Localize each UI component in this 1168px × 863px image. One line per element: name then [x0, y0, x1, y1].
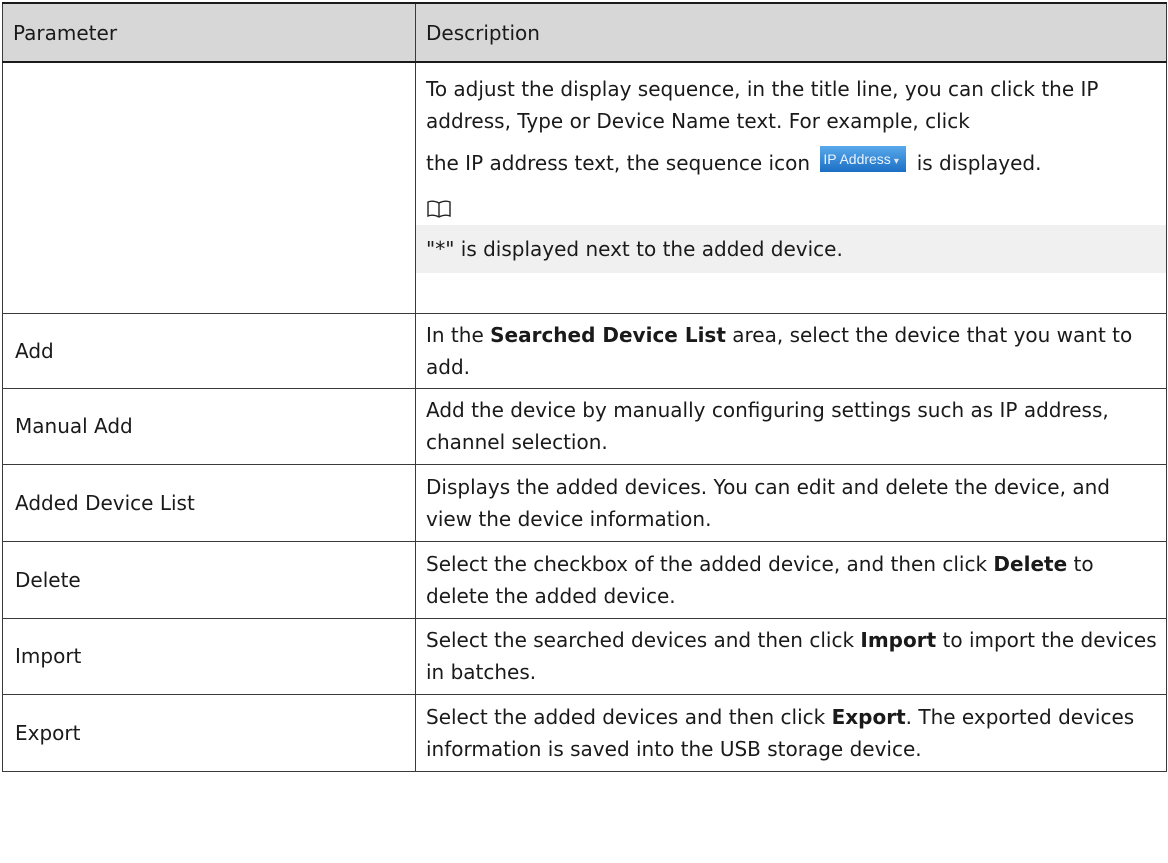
header-parameter: Parameter — [2, 2, 416, 63]
table-row: Added Device List Displays the added dev… — [2, 463, 1167, 542]
parameter-cell: Delete — [2, 540, 416, 619]
bold-term: Searched Device List — [490, 322, 726, 347]
table-row: Delete Select the checkbox of the added … — [2, 540, 1167, 619]
parameter-cell: Export — [2, 693, 416, 772]
parameter-cell: Manual Add — [2, 387, 416, 465]
description-cell: In the Searched Device List area, select… — [415, 312, 1167, 389]
table-header-row: Parameter Description — [2, 2, 1167, 63]
parameter-cell: Added Device List — [2, 463, 416, 542]
bold-term: Import — [860, 628, 937, 652]
parameter-table: Parameter Description To adjust the disp… — [2, 2, 1167, 772]
bold-term: Export — [831, 704, 906, 729]
table-row: Add In the Searched Device List area, se… — [2, 312, 1167, 389]
table-row: Import Select the searched devices and t… — [2, 617, 1167, 695]
header-description: Description — [415, 2, 1167, 63]
parameter-cell — [2, 61, 416, 314]
table-row: Manual Add Add the device by manually co… — [2, 387, 1167, 465]
sequence-icon: IP Address ▾ — [820, 146, 907, 172]
description-cell: To adjust the display sequence, in the t… — [415, 61, 1167, 314]
parameter-cell: Add — [2, 312, 416, 389]
description-cell: Select the added devices and then click … — [415, 693, 1167, 772]
description-cell: Add the device by manually configuring s… — [415, 387, 1167, 465]
description-cell: Select the searched devices and then cli… — [415, 617, 1167, 695]
parameter-cell: Import — [2, 617, 416, 695]
bold-term: Delete — [993, 551, 1068, 576]
book-note-icon — [427, 200, 451, 218]
table-row: Export Select the added devices and then… — [2, 693, 1167, 772]
description-text: the IP address text, the sequence icon I… — [426, 141, 1158, 185]
description-text: To adjust the display sequence, in the t… — [426, 77, 1099, 133]
description-cell: Select the checkbox of the added device,… — [415, 540, 1167, 619]
description-cell: Displays the added devices. You can edit… — [415, 463, 1167, 542]
table-row: To adjust the display sequence, in the t… — [2, 61, 1167, 314]
note-box: "*" is displayed next to the added devic… — [416, 225, 1166, 273]
